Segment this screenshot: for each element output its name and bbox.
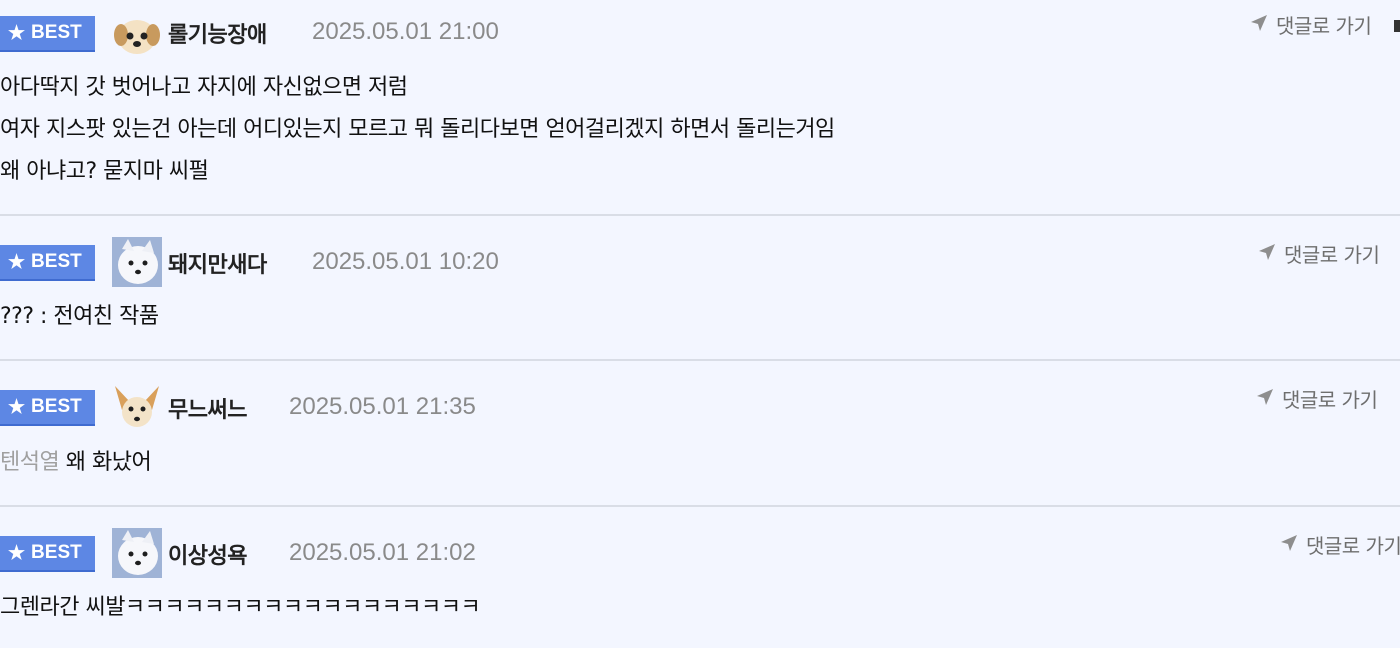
- comment-body: 아다딱지 갓 벗어나고 자지에 자신없으면 저럼 여자 지스팟 있는건 아는데 …: [0, 67, 835, 193]
- comment-date: 2025.05.01 10:20: [312, 248, 499, 275]
- send-arrow-icon: [1250, 13, 1268, 37]
- comment-body: ??? : 전여친 작품: [0, 296, 159, 338]
- comment-line: 텐석열 왜 화났어: [0, 442, 152, 484]
- best-badge-label: BEST: [31, 542, 82, 563]
- best-badge: ★ BEST: [0, 390, 95, 426]
- best-badge-label: BEST: [31, 251, 82, 272]
- avatar[interactable]: [112, 237, 162, 287]
- mention-username[interactable]: 텐석열: [0, 450, 60, 475]
- comment-line: 그렌라간 씨발ㅋㅋㅋㅋㅋㅋㅋㅋㅋㅋㅋㅋㅋㅋㅋㅋㅋㅋ: [0, 595, 481, 620]
- comment-date: 2025.05.01 21:00: [312, 18, 499, 45]
- comment-line: ??? : 전여친 작품: [0, 304, 159, 329]
- avatar[interactable]: [112, 528, 162, 578]
- comment-item: ★ BEST 돼지만새다 2025.05.01 10:20 댓글로 가기 ???…: [0, 216, 1400, 361]
- best-comment-list: ★ BEST 롤기능장애 2025.05.01 21:00 댓글로 가기 아다딱…: [0, 0, 1400, 648]
- avatar[interactable]: [112, 9, 162, 59]
- star-icon: ★: [8, 542, 26, 564]
- comment-item: ★ BEST 이상성욕 2025.05.01 21:02 댓글로 가기 그렌라간…: [0, 507, 1400, 648]
- best-badge: ★ BEST: [0, 536, 95, 572]
- comment-line: 여자 지스팟 있는건 아는데 어디있는지 모르고 뭐 돌리다보면 얻어걸리겠지 …: [0, 117, 835, 142]
- star-icon: ★: [8, 251, 26, 273]
- nickname[interactable]: 이상성욕: [168, 538, 247, 570]
- comment-date: 2025.05.01 21:35: [289, 393, 476, 420]
- comment-item: ★ BEST 무느써느 2025.05.01 21:35 댓글로 가기 텐석열 …: [0, 361, 1400, 507]
- puppy-face-avatar-icon: [112, 9, 162, 59]
- nickname[interactable]: 돼지만새다: [168, 247, 267, 279]
- star-icon: ★: [8, 396, 26, 418]
- comment-body: 그렌라간 씨발ㅋㅋㅋㅋㅋㅋㅋㅋㅋㅋㅋㅋㅋㅋㅋㅋㅋㅋ: [0, 587, 481, 629]
- goto-comment-label: 댓글로 가기: [1282, 388, 1378, 412]
- comment-line: 아다딱지 갓 벗어나고 자지에 자신없으면 저럼: [0, 75, 408, 100]
- send-arrow-icon: [1280, 533, 1298, 557]
- clipped-icon: [1394, 20, 1400, 32]
- comment-item: ★ BEST 롤기능장애 2025.05.01 21:00 댓글로 가기 아다딱…: [0, 0, 1400, 216]
- comment-line: 왜 아냐고? 묻지마 씨펄: [0, 159, 209, 184]
- goto-comment-label: 댓글로 가기: [1306, 534, 1400, 558]
- best-badge-label: BEST: [31, 396, 82, 417]
- avatar[interactable]: [112, 382, 162, 432]
- send-arrow-icon: [1256, 387, 1274, 411]
- goto-comment-link[interactable]: 댓글로 가기: [1280, 530, 1400, 559]
- goto-comment-label: 댓글로 가기: [1284, 243, 1380, 267]
- goto-comment-link[interactable]: 댓글로 가기: [1256, 384, 1378, 413]
- comment-text: 왜 화났어: [65, 450, 152, 475]
- best-badge: ★ BEST: [0, 245, 95, 281]
- star-icon: ★: [8, 22, 26, 44]
- best-badge-label: BEST: [31, 22, 82, 43]
- goto-comment-label: 댓글로 가기: [1276, 14, 1372, 38]
- comment-body: 텐석열 왜 화났어: [0, 442, 152, 484]
- comment-date: 2025.05.01 21:02: [289, 539, 476, 566]
- chihuahua-avatar-icon: [112, 382, 162, 432]
- send-arrow-icon: [1258, 242, 1276, 266]
- best-badge: ★ BEST: [0, 16, 95, 52]
- goto-comment-link[interactable]: 댓글로 가기: [1258, 239, 1380, 268]
- nickname[interactable]: 무느써느: [168, 392, 247, 424]
- goto-comment-link[interactable]: 댓글로 가기: [1250, 10, 1372, 39]
- white-dog-avatar-icon: [112, 237, 162, 287]
- nickname[interactable]: 롤기능장애: [168, 17, 267, 49]
- white-dog-avatar-icon: [112, 528, 162, 578]
